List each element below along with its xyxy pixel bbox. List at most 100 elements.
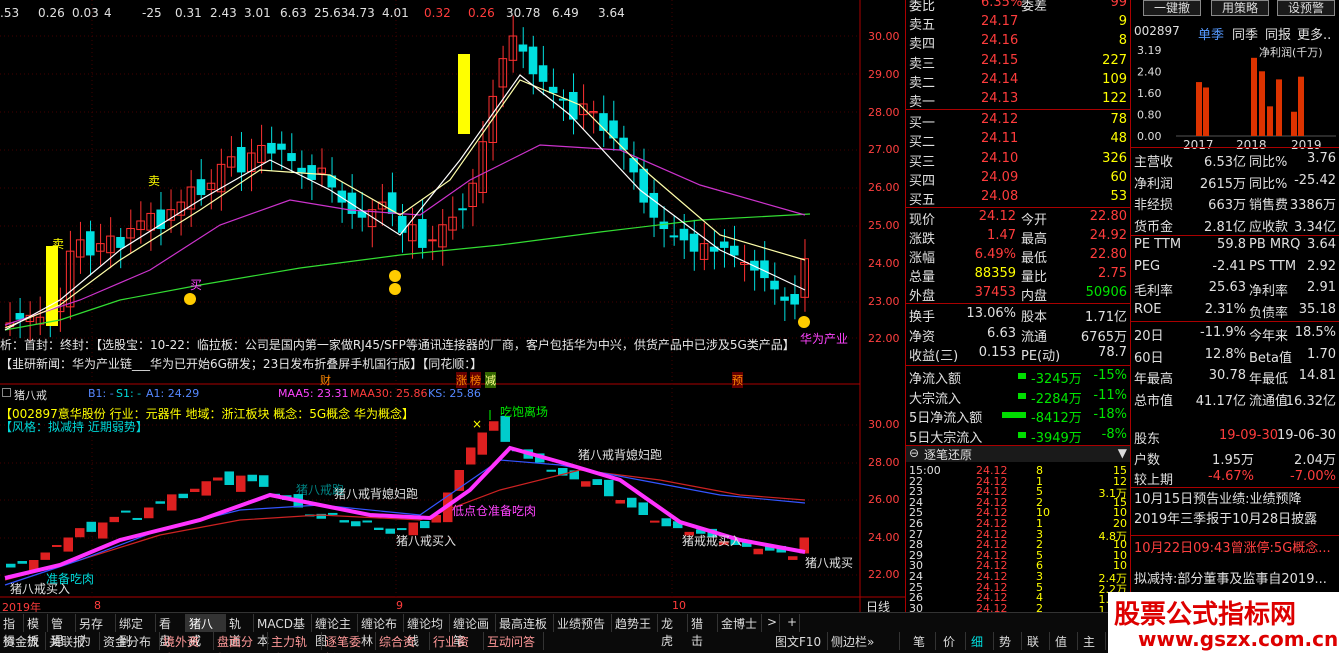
sidebar-tab[interactable]: 侧边栏» <box>828 632 900 650</box>
fin-value2: 16.32亿 <box>1285 393 1336 409</box>
tab-single-quarter[interactable]: 单季 <box>1198 24 1224 43</box>
sub-indicator-icon[interactable] <box>2 388 11 397</box>
candle-body <box>307 165 316 180</box>
fin-label2: PS TTM <box>1249 258 1297 274</box>
buy-level-row[interactable]: 买一 24.12 78 <box>906 111 1131 131</box>
buy-level-row[interactable]: 买二 24.11 48 <box>906 130 1131 150</box>
fund-flow-row[interactable]: 5日净流入额 -8412万 -18% <box>906 406 1131 426</box>
sub-bar <box>328 512 338 515</box>
info-tab[interactable]: 逐笔委托 <box>322 632 376 653</box>
event-mark-list[interactable]: 榜 <box>470 372 481 388</box>
news-item[interactable]: 10月15日预告业绩:业绩预降 <box>1134 488 1338 507</box>
quote-tab[interactable]: 联 <box>1024 632 1050 650</box>
indicator-tab[interactable]: 模板 <box>24 614 48 648</box>
set-alert-button[interactable]: 设预警 <box>1277 0 1335 16</box>
sell-level-row[interactable]: 卖二 24.14 109 <box>906 71 1131 91</box>
sell-level-row[interactable]: 卖五 24.17 9 <box>906 13 1131 33</box>
tab-more[interactable]: 更多.. <box>1297 24 1331 43</box>
event-mark-limitup[interactable]: 涨 <box>456 372 467 388</box>
tab-add-icon[interactable]: + <box>784 614 800 632</box>
use-strategy-button[interactable]: 用策略 <box>1211 0 1269 16</box>
indicator-tab[interactable]: 猎击 <box>688 614 718 648</box>
candle-body <box>116 236 125 248</box>
tab-same-quarter[interactable]: 同季 <box>1232 24 1258 43</box>
quote-label: 涨跌 <box>909 232 936 247</box>
indicator-tab[interactable]: 另存为 <box>76 614 116 648</box>
indicator-tab[interactable]: 缠论画笔 <box>450 614 496 648</box>
sub-bar <box>6 563 16 568</box>
fin-bar <box>1203 87 1209 136</box>
info-tab[interactable]: 资金分布 <box>100 632 160 650</box>
indicator-tab[interactable]: 缠论均线 <box>404 614 450 648</box>
indicator-tab[interactable]: 趋势王 <box>612 614 658 632</box>
info-tab[interactable]: 行业资讯 <box>430 632 484 653</box>
one-key-cancel-button[interactable]: 一键撤 <box>1143 0 1201 16</box>
indicator-tab[interactable]: 管理 <box>48 614 76 648</box>
info-tab[interactable]: 盘面分析 <box>214 632 268 653</box>
event-mark-finance[interactable]: 财 <box>320 372 331 388</box>
quote-tab[interactable]: 势 <box>996 632 1022 650</box>
kline-chart-area[interactable]: × 30.00 29.00 28.00 27.00 26.00 25.00 24.00 23.… <box>0 0 905 630</box>
collapse-icon[interactable]: ⊖ <box>909 446 919 460</box>
tick-header[interactable]: ⊖ 逐笔还原 ▼ <box>906 446 1131 462</box>
quote-tab[interactable]: 价 <box>940 632 966 650</box>
event-mark-reduce[interactable]: 减 <box>485 372 496 388</box>
quote-tab[interactable]: 值 <box>1052 632 1078 650</box>
f10-tab[interactable]: 图文F10 <box>772 632 828 650</box>
indicator-tab[interactable]: 缠论布林 <box>358 614 404 648</box>
info-tab[interactable]: 境外资金 <box>160 632 214 653</box>
fund-flow-bar <box>1002 412 1026 418</box>
event-mark-forecast[interactable]: 预 <box>732 372 743 388</box>
ticker-line-2[interactable]: 【韭研新闻：华为产业链___华为已开始6G研发；23日发布折叠屏手机国行版】【同… <box>0 355 860 372</box>
buy-level-row[interactable]: 买三 24.10 326 <box>906 150 1131 170</box>
sub-bar <box>466 447 476 465</box>
sell-level-row[interactable]: 卖四 24.16 8 <box>906 32 1131 52</box>
indicator-tab[interactable]: 金博士 <box>718 614 762 632</box>
news-item[interactable]: 10月22日09:43曾涨停:5G概念... <box>1134 537 1338 556</box>
news-item[interactable]: 2019年三季报于10月28日披露 <box>1134 508 1338 527</box>
ticker-line-1[interactable]: 析：首封：终封：【选股宝：10-22：临拉板：公司是国内第一家做RJ45/SFP… <box>0 336 860 353</box>
quote-tab[interactable]: 笔 <box>910 632 936 650</box>
info-tab[interactable]: 资金流入 <box>0 632 46 653</box>
indicator-tab[interactable]: 看盘 <box>156 614 186 648</box>
candle-body <box>719 241 729 248</box>
indicator-tab[interactable]: 绑定到 <box>116 614 156 648</box>
sub-bar <box>109 516 119 523</box>
buy-level-row[interactable]: 买四 24.09 60 <box>906 169 1131 189</box>
quote-row: 涨跌 1.47 最高 24.92 <box>906 227 1131 247</box>
indicator-tab[interactable]: 缠论主图 <box>312 614 358 648</box>
fund-flow-row[interactable]: 5日大宗流入 -3949万 -8% <box>906 426 1131 446</box>
info-tab[interactable]: 互动问答 <box>484 632 544 650</box>
news-item[interactable]: 拟减持:部分董事及监事自2019... <box>1134 568 1338 587</box>
sub-maa30: MAA30: 25.86 <box>350 387 428 400</box>
sub-indicator-name[interactable]: 猪八戒 <box>14 387 47 403</box>
tab-scroll-right-icon[interactable]: > <box>764 614 780 632</box>
indicator-tab[interactable]: 猪八戒 <box>186 614 226 648</box>
dropdown-arrow-icon[interactable]: ▼ <box>1118 446 1127 460</box>
info-tab[interactable]: 主力轨迹 <box>268 632 322 653</box>
info-tab[interactable]: 关联报价 <box>46 632 100 653</box>
fund-flow-row[interactable]: 净流入额 -3245万 -15% <box>906 367 1131 387</box>
quote-tab[interactable]: 主 <box>1080 632 1106 650</box>
indicator-tab[interactable]: MACD基本 <box>254 614 312 648</box>
fin-value: -2.41 <box>1212 258 1246 274</box>
indicator-tab[interactable]: 最高连板 <box>496 614 554 632</box>
indicator-tab[interactable]: 指标 <box>0 614 24 648</box>
candle-body <box>770 280 779 290</box>
buy-level-row[interactable]: 买五 24.08 53 <box>906 188 1131 208</box>
quote-value2: 50906 <box>1085 285 1127 300</box>
tab-same-report[interactable]: 同报 <box>1265 24 1291 43</box>
info-tab[interactable]: 综合资讯 <box>376 632 430 653</box>
sell-level-row[interactable]: 卖三 24.15 227 <box>906 52 1131 72</box>
indicator-tab[interactable]: 龙虎 <box>658 614 688 648</box>
fin-label2: 流通值 <box>1249 393 1289 409</box>
fund-flow-row[interactable]: 大宗流入 -2284万 -11% <box>906 387 1131 407</box>
indicator-tab[interactable]: 业绩预告 <box>554 614 612 632</box>
quote-tab[interactable]: 细 <box>968 632 994 650</box>
fin-label: 货币金 <box>1134 219 1174 235</box>
net-profit-chart[interactable]: 3.192.401.600.800.00净利润(千万)2017 2018 2019 <box>1131 42 1339 150</box>
indicator-tab[interactable]: 轨道 <box>226 614 254 648</box>
kline-svg[interactable]: × <box>0 0 905 612</box>
sell-level-row[interactable]: 卖一 24.13 122 <box>906 90 1131 110</box>
candle-body <box>458 208 467 211</box>
